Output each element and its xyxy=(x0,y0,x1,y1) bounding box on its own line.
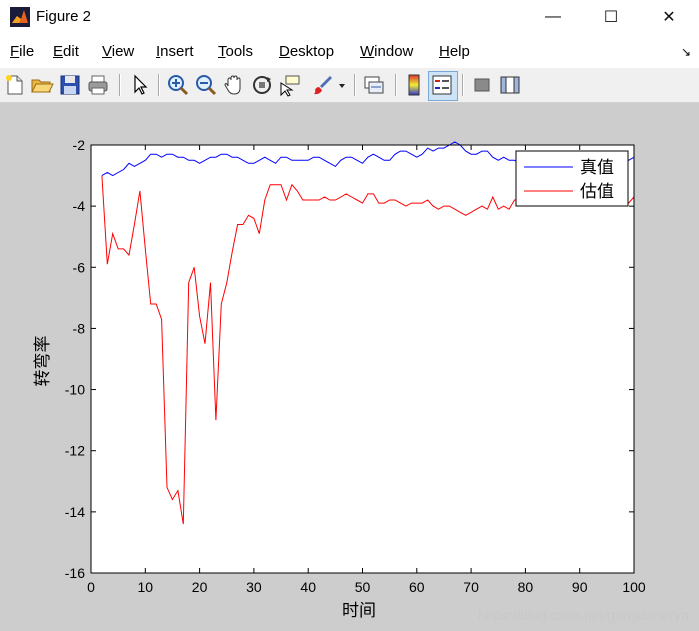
menu-tools[interactable]: Tools xyxy=(218,43,253,60)
x-tick-label: 20 xyxy=(192,579,208,595)
colorbar-icon[interactable] xyxy=(402,73,426,97)
menu-bar: File Edit View Insert Tools Desktop Wind… xyxy=(0,34,699,68)
matlab-logo-icon xyxy=(10,7,30,27)
toolbar-separator xyxy=(462,74,464,96)
brush-dropdown-icon[interactable] xyxy=(336,73,348,97)
y-tick-label: -10 xyxy=(65,382,85,398)
y-tick-label: -12 xyxy=(65,443,85,459)
x-tick-label: 90 xyxy=(572,579,588,595)
open-file-icon[interactable] xyxy=(30,73,54,97)
legend[interactable]: 真值 估值 xyxy=(515,150,629,207)
hide-plot-tools-icon[interactable] xyxy=(470,73,494,97)
y-tick-label: -4 xyxy=(73,198,86,214)
rotate-3d-icon[interactable] xyxy=(250,73,274,97)
x-tick-label: 0 xyxy=(87,579,95,595)
menu-help[interactable]: Help xyxy=(439,43,470,60)
x-tick-label: 100 xyxy=(622,579,646,595)
y-tick-label: -16 xyxy=(65,565,85,581)
menu-desktop[interactable]: Desktop xyxy=(279,43,334,60)
maximize-icon: ☐ xyxy=(603,9,619,26)
link-plot-icon[interactable] xyxy=(362,73,386,97)
y-tick-label: -2 xyxy=(73,137,86,153)
y-tick-label: -6 xyxy=(73,259,86,275)
watermark: https://blog.csdn.net/gangdanerya xyxy=(478,607,689,623)
new-figure-icon[interactable] xyxy=(3,73,27,97)
figure-window: Figure 2 — ☐ ✕ File Edit View Insert Too… xyxy=(0,0,699,631)
edit-plot-icon[interactable] xyxy=(128,73,152,97)
toolbar xyxy=(0,68,699,103)
data-cursor-icon[interactable] xyxy=(278,73,302,97)
close-icon: ✕ xyxy=(662,9,676,26)
minimize-icon: — xyxy=(545,8,561,25)
zoom-out-icon[interactable] xyxy=(194,73,218,97)
title-bar: Figure 2 — ☐ ✕ xyxy=(0,0,699,34)
x-tick-label: 40 xyxy=(300,579,316,595)
print-icon[interactable] xyxy=(86,73,110,97)
y-axis-label: 转弯率 xyxy=(33,336,53,387)
menu-view[interactable]: View xyxy=(102,43,134,60)
minimize-button[interactable]: — xyxy=(530,0,576,34)
window-title: Figure 2 xyxy=(36,8,92,25)
menu-file[interactable]: File xyxy=(10,43,34,60)
x-axis-label: 时间 xyxy=(342,601,376,621)
pan-icon[interactable] xyxy=(222,73,246,97)
show-plot-tools-icon[interactable] xyxy=(498,73,522,97)
maximize-button[interactable]: ☐ xyxy=(588,0,634,34)
save-icon[interactable] xyxy=(58,73,82,97)
legend-label-true: 真值 xyxy=(580,158,614,178)
x-tick-label: 80 xyxy=(518,579,534,595)
y-tick-label: -8 xyxy=(73,320,86,336)
y-tick-label: -14 xyxy=(65,504,85,520)
menu-window[interactable]: Window xyxy=(360,43,413,60)
figure-canvas: -2 -4 -6 -8 -10 -12 -14 -16 0 10 20 30 40 50 60 70 80 90… xyxy=(33,137,646,621)
toolbar-separator xyxy=(158,74,160,96)
toolbar-separator xyxy=(395,74,397,96)
menu-edit[interactable]: Edit xyxy=(53,43,79,60)
brush-icon[interactable] xyxy=(310,73,334,97)
x-tick-label: 60 xyxy=(409,579,425,595)
x-tick-label: 30 xyxy=(246,579,262,595)
menu-insert[interactable]: Insert xyxy=(156,43,194,60)
x-tick-label: 10 xyxy=(138,579,154,595)
zoom-in-icon[interactable] xyxy=(166,73,190,97)
x-tick-label: 70 xyxy=(463,579,479,595)
dock-arrow-icon[interactable]: ↘ xyxy=(681,45,691,59)
legend-icon[interactable] xyxy=(430,73,454,97)
x-tick-label: 50 xyxy=(355,579,371,595)
close-button[interactable]: ✕ xyxy=(646,0,692,34)
legend-label-est: 估值 xyxy=(580,182,614,202)
toolbar-separator xyxy=(354,74,356,96)
axes-background xyxy=(91,145,634,573)
toolbar-separator xyxy=(119,74,121,96)
